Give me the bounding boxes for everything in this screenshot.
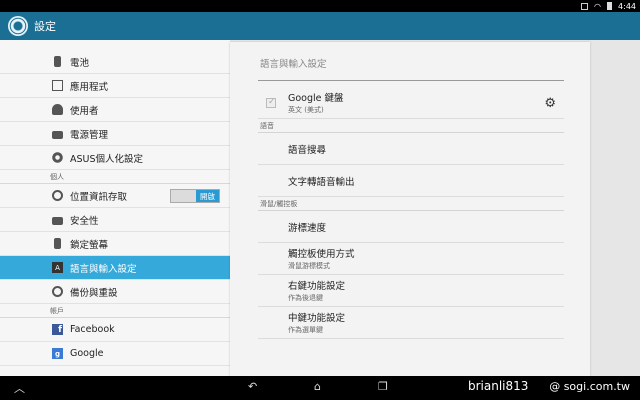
lockscreen-icon bbox=[54, 238, 61, 249]
backup-icon bbox=[52, 286, 63, 297]
location-toggle[interactable]: 開啟 bbox=[170, 189, 220, 203]
recents-icon[interactable]: ❐ bbox=[378, 380, 388, 393]
keyboard-checkbox[interactable] bbox=[266, 97, 276, 108]
pointer-speed-label: 游標速度 bbox=[288, 222, 327, 234]
touchpad-item[interactable]: 觸控板使用方式 滑鼠游標模式 bbox=[258, 243, 564, 275]
detail-pane: 語言與輸入設定 Google 鍵盤 英文 (美式) ⚙ 語音 語音搜尋 文字轉語… bbox=[230, 40, 640, 376]
sidebar-item-users[interactable]: 使用者 bbox=[0, 98, 230, 122]
keyboard-subtitle: 英文 (美式) bbox=[288, 106, 324, 114]
middle-key-item[interactable]: 中鍵功能設定 作為選單鍵 bbox=[258, 307, 564, 339]
detail-card: 語言與輸入設定 Google 鍵盤 英文 (美式) ⚙ 語音 語音搜尋 文字轉語… bbox=[230, 42, 590, 376]
section-voice: 語音 bbox=[258, 119, 564, 133]
app-title: 設定 bbox=[34, 20, 56, 33]
sidebar-item-label: 位置資訊存取 bbox=[70, 191, 128, 203]
sidebar-item-label: 語言與輸入設定 bbox=[70, 263, 137, 275]
keyboard-title: Google 鍵盤 bbox=[288, 93, 344, 104]
battery-icon bbox=[54, 56, 61, 67]
watermark-user: brianli813 bbox=[468, 379, 529, 393]
voice-search-label: 語音搜尋 bbox=[288, 144, 327, 156]
sidebar-item-label: ASUS個人化設定 bbox=[70, 153, 144, 165]
touchpad-title: 觸控板使用方式 bbox=[288, 249, 355, 260]
section-accounts: 帳戶 bbox=[0, 304, 230, 318]
sidebar-item-label: 安全性 bbox=[70, 215, 99, 227]
action-bar: 設定 bbox=[0, 12, 640, 40]
sidebar-item-asus[interactable]: ASUS個人化設定 bbox=[0, 146, 230, 170]
apps-icon bbox=[52, 80, 63, 91]
status-bar: ◠ 4:44 bbox=[0, 0, 640, 12]
sidebar-partial-item bbox=[0, 40, 230, 50]
tts-label: 文字轉語音輸出 bbox=[288, 176, 355, 188]
settings-sidebar: 電池 應用程式 使用者 電源管理 ASUS個人化設定 個人 位置資訊存取 開啟 … bbox=[0, 40, 230, 376]
sidebar-item-lockscreen[interactable]: 鎖定螢幕 bbox=[0, 232, 230, 256]
status-time: 4:44 bbox=[618, 1, 636, 11]
sidebar-item-label: 備份與重設 bbox=[70, 287, 118, 299]
sidebar-item-google[interactable]: g Google bbox=[0, 342, 230, 366]
navigation-bar: ︿ ↶ ⌂ ❐ brianli813 @ sogi.com.tw bbox=[0, 376, 640, 400]
middle-key-subtitle: 作為選單鍵 bbox=[288, 326, 323, 334]
wifi-icon: ◠ bbox=[594, 1, 602, 11]
sidebar-item-location[interactable]: 位置資訊存取 開啟 bbox=[0, 184, 230, 208]
keyboard-google[interactable]: Google 鍵盤 英文 (美式) ⚙ bbox=[258, 87, 564, 119]
sidebar-item-apps[interactable]: 應用程式 bbox=[0, 74, 230, 98]
user-icon bbox=[52, 104, 63, 115]
facebook-icon: f bbox=[52, 324, 63, 335]
sidebar-item-label: 鎖定螢幕 bbox=[70, 239, 109, 251]
right-key-title: 右鍵功能設定 bbox=[288, 281, 346, 292]
gear-icon bbox=[52, 152, 63, 163]
heading-divider bbox=[258, 80, 564, 81]
location-icon bbox=[52, 190, 63, 201]
back-icon[interactable]: ↶ bbox=[248, 380, 257, 393]
detail-heading: 語言與輸入設定 bbox=[260, 59, 327, 70]
sidebar-item-label: Facebook bbox=[70, 324, 115, 335]
detail-list: Google 鍵盤 英文 (美式) ⚙ 語音 語音搜尋 文字轉語音輸出 滑鼠/觸… bbox=[258, 83, 564, 339]
keyboard-settings-gear-icon[interactable]: ⚙ bbox=[544, 96, 556, 111]
tts-item[interactable]: 文字轉語音輸出 bbox=[258, 165, 564, 197]
sidebar-item-label: 電池 bbox=[70, 57, 90, 69]
section-mouse: 滑鼠/觸控板 bbox=[258, 197, 564, 211]
section-personal: 個人 bbox=[0, 170, 230, 184]
screenshot-icon bbox=[581, 2, 589, 10]
sidebar-item-security[interactable]: 安全性 bbox=[0, 208, 230, 232]
right-key-item[interactable]: 右鍵功能設定 作為後退鍵 bbox=[258, 275, 564, 307]
chevron-up-icon[interactable]: ︿ bbox=[14, 380, 25, 396]
home-icon[interactable]: ⌂ bbox=[314, 380, 321, 393]
touchpad-subtitle: 滑鼠游標模式 bbox=[288, 262, 330, 270]
voice-search-item[interactable]: 語音搜尋 bbox=[258, 133, 564, 165]
power-icon bbox=[52, 131, 63, 139]
sidebar-item-backup[interactable]: 備份與重設 bbox=[0, 280, 230, 304]
sidebar-item-label: 使用者 bbox=[70, 105, 99, 117]
toggle-off-part bbox=[171, 190, 196, 202]
sidebar-item-language[interactable]: A 語言與輸入設定 bbox=[0, 256, 230, 280]
status-icons: ◠ 4:44 bbox=[581, 0, 636, 12]
sidebar-item-facebook[interactable]: f Facebook bbox=[0, 318, 230, 342]
sidebar-item-power[interactable]: 電源管理 bbox=[0, 122, 230, 146]
sidebar-item-label: 電源管理 bbox=[70, 129, 109, 141]
sidebar-item-label: 應用程式 bbox=[70, 81, 109, 93]
language-icon: A bbox=[52, 262, 63, 273]
battery-icon bbox=[607, 2, 613, 10]
toggle-on-label: 開啟 bbox=[195, 190, 219, 202]
sidebar-item-label: Google bbox=[70, 348, 104, 359]
lock-icon bbox=[52, 217, 63, 225]
right-key-subtitle: 作為後退鍵 bbox=[288, 294, 323, 302]
middle-key-title: 中鍵功能設定 bbox=[288, 313, 346, 324]
sidebar-item-battery[interactable]: 電池 bbox=[0, 50, 230, 74]
google-icon: g bbox=[52, 348, 63, 359]
watermark-site: @ sogi.com.tw bbox=[549, 380, 630, 393]
pointer-speed-item[interactable]: 游標速度 bbox=[258, 211, 564, 243]
settings-gear-icon[interactable] bbox=[8, 16, 28, 36]
